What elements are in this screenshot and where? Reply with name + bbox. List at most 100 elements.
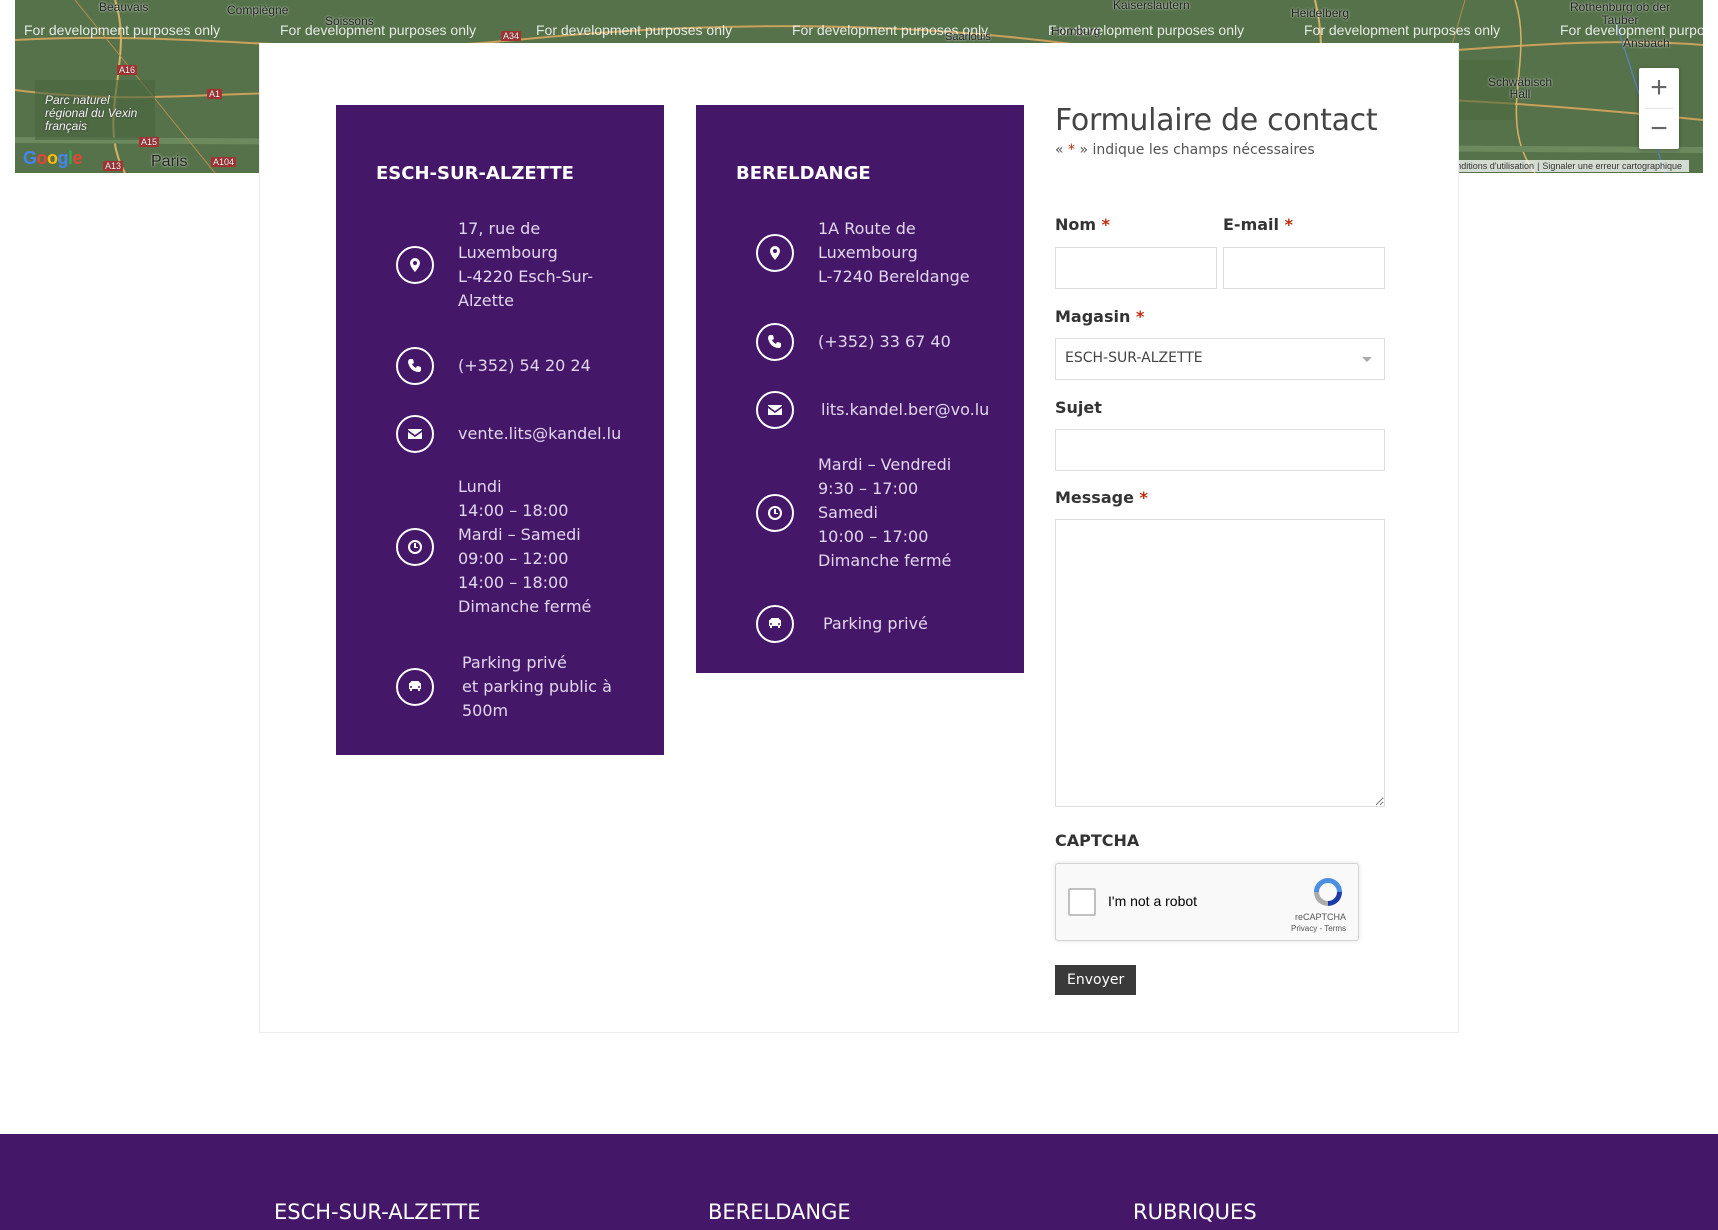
magasin-selected-value: ESCH-SUR-ALZETTE: [1065, 350, 1203, 366]
map-pin-icon: [756, 234, 794, 272]
form-title: Formulaire de contact: [1055, 103, 1378, 138]
map-label: Soissons: [325, 14, 374, 28]
magasin-select[interactable]: ESCH-SUR-ALZETTE: [1055, 338, 1385, 380]
store-parking: Parking privé: [756, 605, 928, 643]
dev-watermark: For development purposes only: [536, 22, 733, 38]
address-text: 1A Route de Luxembourg L-7240 Bereldange: [818, 219, 970, 286]
required-note: « * » indique les champs nécessaires: [1055, 142, 1385, 158]
map-label: Rothenburg ob der Tauber: [1569, 0, 1671, 27]
parking-text: Parking privé et parking public à 500m: [462, 653, 612, 720]
map-label: Ansbach: [1623, 36, 1670, 50]
email-label: E-mail *: [1223, 215, 1293, 234]
site-footer: ESCH-SUR-ALZETTE BERELDANGE RUBRIQUES: [0, 1134, 1718, 1230]
hours-text: Lundi 14:00 – 18:00 Mardi – Samedi 09:00…: [458, 477, 592, 616]
email-input[interactable]: [1223, 247, 1385, 289]
map-pin-icon: [396, 246, 434, 284]
store-phone: (+352) 54 20 24: [396, 347, 591, 385]
nom-input[interactable]: [1055, 247, 1217, 289]
map-label: Compiègne: [227, 3, 289, 17]
store-title: ESCH-SUR-ALZETTE: [376, 163, 574, 184]
address-text: 17, rue de Luxembourg L-4220 Esch-Sur- A…: [458, 219, 593, 310]
store-address: 17, rue de Luxembourg L-4220 Esch-Sur- A…: [396, 217, 593, 313]
hours-text: Mardi – Vendredi 9:30 – 17:00 Samedi 10:…: [818, 455, 952, 570]
message-textarea[interactable]: [1055, 519, 1385, 807]
dev-watermark: For development purposes only: [1304, 22, 1501, 38]
recaptcha-brand: reCAPTCHA: [1294, 912, 1346, 922]
phone-icon: [396, 347, 434, 385]
footer-heading-rubriques: RUBRIQUES: [1133, 1200, 1257, 1224]
nom-label: Nom *: [1055, 215, 1110, 234]
nom-label-text: Nom: [1055, 215, 1097, 234]
magasin-label-text: Magasin: [1055, 307, 1131, 326]
store-card-esch: ESCH-SUR-ALZETTE 17, rue de Luxembourg L…: [336, 105, 664, 755]
road-label: A1: [207, 89, 223, 99]
main-content: ESCH-SUR-ALZETTE 17, rue de Luxembourg L…: [259, 43, 1459, 1033]
dev-watermark: For development purposes only: [24, 22, 221, 38]
dev-watermark: For development purposes only: [280, 22, 477, 38]
email-text[interactable]: vente.lits@kandel.lu: [458, 422, 621, 446]
contact-form: Formulaire de contact « * » indique les …: [1055, 103, 1385, 995]
recaptcha-privacy-terms-link[interactable]: Privacy - Terms: [1291, 924, 1346, 933]
store-email: lits.kandel.ber@vo.lu: [756, 391, 989, 429]
parking-text: Parking privé: [823, 614, 928, 633]
map-zoom-control: + −: [1639, 68, 1679, 149]
recaptcha-text: I'm not a robot: [1108, 893, 1198, 909]
map-label: Homburg: [1051, 24, 1101, 38]
magasin-label: Magasin *: [1055, 307, 1144, 326]
store-hours: Mardi – Vendredi 9:30 – 17:00 Samedi 10:…: [756, 453, 951, 573]
recaptcha-widget: I'm not a robot reCAPTCHA Privacy - Term…: [1055, 863, 1359, 941]
recaptcha-checkbox[interactable]: [1068, 888, 1096, 916]
map-label: Heidelberg: [1291, 6, 1350, 20]
map-footer: Conditions d'utilisation | Signaler une er…: [1437, 160, 1689, 172]
google-logo: Google: [23, 148, 83, 168]
road-label: A16: [117, 65, 138, 75]
required-star: *: [1284, 215, 1293, 234]
footer-heading-bereldange: BERELDANGE: [708, 1200, 851, 1224]
phone-icon: [756, 323, 794, 361]
car-icon: [396, 668, 434, 706]
required-star: *: [1135, 307, 1145, 326]
envelope-icon: [396, 415, 434, 453]
required-note-suffix: » indique les champs nécessaires: [1075, 142, 1315, 158]
captcha-label: CAPTCHA: [1055, 831, 1140, 850]
store-email: vente.lits@kandel.lu: [396, 415, 621, 453]
required-star: *: [1139, 488, 1148, 507]
store-address: 1A Route de Luxembourg L-7240 Bereldange: [756, 217, 970, 289]
map-report-error-link[interactable]: Signaler une erreur cartographique: [1539, 161, 1685, 171]
store-parking: Parking privé et parking public à 500m: [396, 651, 612, 723]
map-label: Saarlouis: [945, 31, 991, 43]
message-label-text: Message: [1055, 488, 1134, 507]
phone-text[interactable]: (+352) 33 67 40: [818, 330, 951, 354]
store-phone: (+352) 33 67 40: [756, 323, 951, 361]
map-label: Parc naturel régional du Vexin français: [45, 93, 138, 133]
chevron-down-icon: [1362, 357, 1372, 362]
zoom-out-button[interactable]: −: [1639, 109, 1679, 149]
road-label: A104: [211, 157, 237, 167]
map-label: Schwäbisch Hall: [1487, 75, 1553, 101]
store-title: BERELDANGE: [736, 163, 871, 184]
recaptcha-logo-icon: [1314, 878, 1342, 906]
email-text[interactable]: lits.kandel.ber@vo.lu: [821, 398, 989, 422]
clock-icon: [396, 528, 434, 566]
store-card-bereldange: BERELDANGE 1A Route de Luxembourg L-7240…: [696, 105, 1024, 673]
footer-heading-esch: ESCH-SUR-ALZETTE: [274, 1200, 481, 1224]
zoom-in-button[interactable]: +: [1639, 68, 1679, 108]
submit-button[interactable]: Envoyer: [1055, 965, 1137, 995]
phone-text[interactable]: (+352) 54 20 24: [458, 354, 591, 378]
road-label: A34: [501, 31, 522, 41]
road-label: A13: [103, 161, 124, 171]
car-icon: [756, 605, 794, 643]
required-star: *: [1068, 142, 1076, 158]
required-star: *: [1101, 215, 1111, 234]
map-label: Paris: [151, 153, 188, 170]
store-hours: Lundi 14:00 – 18:00 Mardi – Samedi 09:00…: [396, 475, 591, 619]
message-label: Message *: [1055, 488, 1148, 507]
map-label: Beauvais: [99, 0, 149, 14]
sujet-input[interactable]: [1055, 429, 1385, 471]
envelope-icon: [756, 391, 794, 429]
clock-icon: [756, 494, 794, 532]
road-label: A15: [139, 137, 160, 147]
sujet-label: Sujet: [1055, 398, 1102, 417]
required-note-prefix: «: [1055, 142, 1069, 158]
email-label-text: E-mail: [1223, 215, 1280, 234]
